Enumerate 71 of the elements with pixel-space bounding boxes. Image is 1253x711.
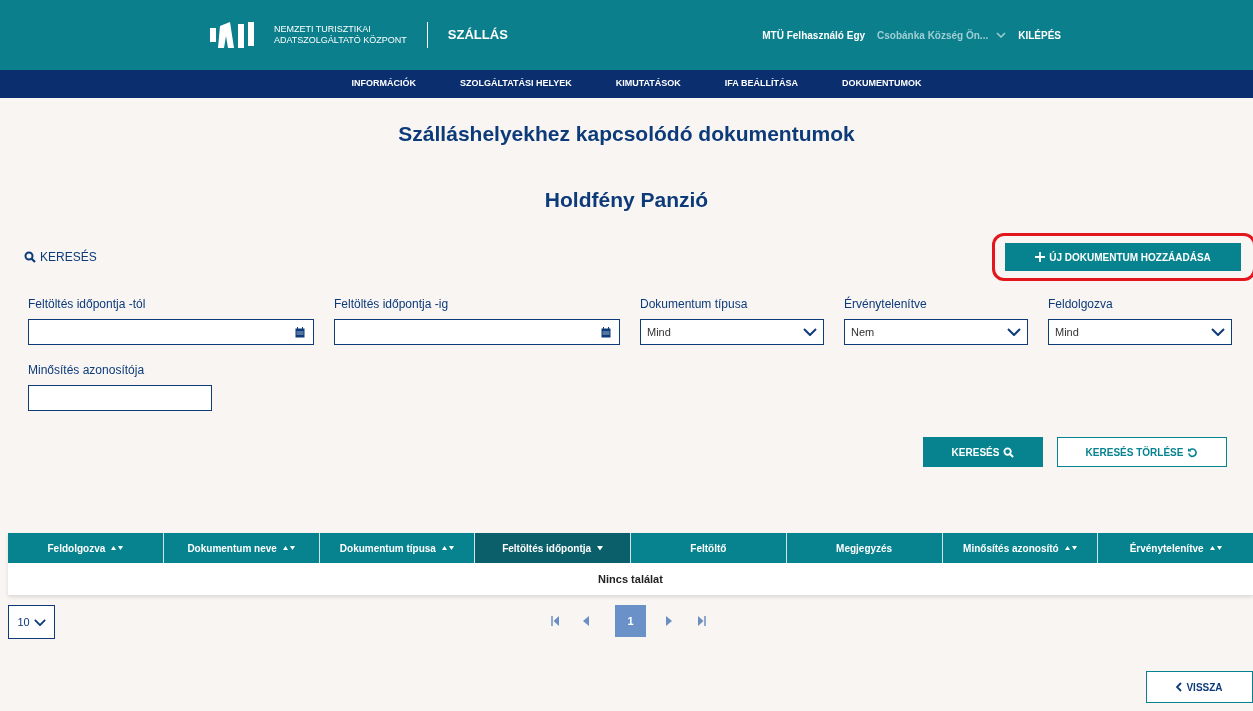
app-name: SZÁLLÁS xyxy=(447,26,508,45)
page-size-select[interactable]: 10 xyxy=(8,605,55,639)
chevron-down-icon xyxy=(33,618,46,626)
user-name: MTÜ Felhasználó Egy xyxy=(762,28,866,43)
chevron-down-icon xyxy=(996,32,1007,38)
select-field[interactable]: Nem xyxy=(844,319,1028,345)
last-page-icon xyxy=(698,616,706,626)
column-header[interactable]: Feltöltés időpontja xyxy=(475,533,631,563)
calendar-icon xyxy=(295,326,305,338)
select-field[interactable]: Mind xyxy=(1048,319,1232,345)
clear-search-button[interactable]: KERESÉS TÖRLÉSE xyxy=(1057,437,1227,467)
input-field[interactable] xyxy=(28,385,212,411)
page-title: Szálláshelyekhez kapcsolódó dokumentumok xyxy=(398,121,855,147)
sort-icon xyxy=(1209,545,1222,551)
empty-message: Nincs találat xyxy=(598,571,663,587)
search-icon xyxy=(24,251,36,263)
first-page-icon xyxy=(551,616,559,626)
nav-link[interactable]: INFORMÁCIÓK xyxy=(347,77,420,91)
sort-icon xyxy=(111,545,124,551)
page-button[interactable]: 1 xyxy=(615,605,646,637)
sort-icon xyxy=(282,545,295,551)
field-label: Dokumentum típusa xyxy=(640,296,749,313)
search-icon xyxy=(1003,446,1015,458)
previous-icon xyxy=(583,616,589,626)
column-title: Érvénytelenítve xyxy=(1129,541,1204,556)
column-header[interactable]: Dokumentum neve xyxy=(163,533,320,563)
reset-icon xyxy=(1187,446,1199,458)
field-label: Minősítés azonosítója xyxy=(28,362,146,379)
calendar-icon xyxy=(601,326,611,338)
column-title: Feltöltő xyxy=(690,541,727,556)
nav-link[interactable]: SZOLGÁLTATÁSI HELYEK xyxy=(456,77,576,91)
sort-icon xyxy=(441,545,454,551)
nav-link[interactable]: KIMUTATÁSOK xyxy=(611,77,685,91)
column-header[interactable]: Feltöltő xyxy=(631,533,787,563)
column-title: Megjegyzés xyxy=(836,541,893,556)
date-field[interactable] xyxy=(334,319,620,345)
chevron-down-icon xyxy=(1007,328,1021,336)
date-field[interactable] xyxy=(28,319,314,345)
nav-link[interactable]: DOKUMENTUMOK xyxy=(838,77,926,91)
org-name: NEMZETI TURISZTIKAI xyxy=(274,24,372,35)
plus-icon xyxy=(1035,252,1046,262)
accommodation-name: Holdfény Panzió xyxy=(544,186,709,213)
column-title: Feltöltés időpontja xyxy=(502,541,592,556)
column-header[interactable]: Megjegyzés xyxy=(786,533,943,563)
chevron-left-icon xyxy=(1176,682,1183,692)
org-name: ADATSZOLGÁLTATÓ KÖZPONT xyxy=(274,35,407,46)
field-label: Feltöltés időpontja -ig xyxy=(334,296,450,313)
search-toggle[interactable]: KERESÉS xyxy=(24,248,97,266)
select-field[interactable]: Mind xyxy=(640,319,824,345)
add-document-button[interactable]: ÚJ DOKUMENTUM HOZZÁADÁSA xyxy=(1005,243,1241,271)
field-label: Feltöltés időpontja -tól xyxy=(28,296,147,313)
column-title: Feldolgozva xyxy=(47,541,106,556)
column-header[interactable]: Minősítés azonosító xyxy=(942,533,1099,563)
logout-link[interactable]: KILÉPÉS xyxy=(1018,27,1061,43)
column-header[interactable]: Érvénytelenítve xyxy=(1098,533,1253,563)
chevron-down-icon xyxy=(803,328,817,336)
chevron-down-icon xyxy=(1211,328,1225,336)
sort-icon xyxy=(1064,545,1077,551)
search-button[interactable]: KERESÉS xyxy=(923,437,1043,467)
column-header[interactable]: Feldolgozva xyxy=(8,533,164,563)
sort-descending-icon xyxy=(597,545,604,551)
column-title: Minősítés azonosító xyxy=(963,541,1059,556)
nav-link[interactable]: IFA BEÁLLÍTÁSA xyxy=(720,77,802,91)
column-title: Dokumentum neve xyxy=(187,541,277,556)
field-label: Érvénytelenítve xyxy=(844,295,928,313)
column-header[interactable]: Dokumentum típusa xyxy=(319,533,476,563)
column-title: Dokumentum típusa xyxy=(339,541,436,556)
field-label: Feldolgozva xyxy=(1048,296,1114,313)
back-button[interactable]: VISSZA xyxy=(1146,671,1253,703)
next-icon xyxy=(666,616,672,626)
organization-dropdown[interactable]: Csobánka Község Ön... xyxy=(877,27,1007,43)
